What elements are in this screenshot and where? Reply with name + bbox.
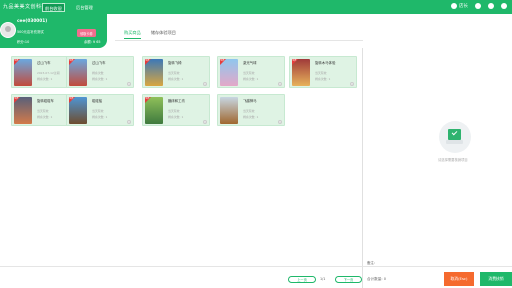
item-remaining: 剩余次数: 1 (243, 115, 259, 119)
empty-state-text: 请选择需要核销项目 (438, 158, 468, 162)
item-validity: 当天有效 (243, 109, 255, 113)
free-tag-label: 免费 (14, 98, 19, 101)
tab-stored-items[interactable]: 储存体验项目 (151, 30, 176, 39)
item-title: 过山飞车 (37, 61, 51, 65)
item-remaining: 剩余次数: 1 (37, 77, 53, 81)
user-icon (451, 3, 457, 9)
lock-icon[interactable] (488, 3, 494, 9)
app-logo: 九品美美文创科技 (3, 4, 48, 10)
total-quantity: 合计数量: 0 (367, 277, 387, 281)
consume-button[interactable]: 消费核销 (480, 272, 512, 286)
user-menu[interactable]: 店长 (451, 3, 468, 9)
item-validity: 当天有效 (243, 71, 255, 75)
item-remaining: 剩余次数: 1 (168, 77, 184, 81)
item-remaining: 剩余次数: 1 (92, 77, 108, 81)
item-title: 旋转碰碰车 (37, 99, 54, 103)
avatar (0, 22, 16, 38)
member-shop: 500元店补充测试 (17, 30, 44, 34)
tab-divider (115, 40, 363, 41)
item-thumbnail (220, 97, 238, 124)
item-thumbnail: 免费 (145, 97, 163, 124)
free-tag-label: 免费 (145, 98, 150, 101)
remove-icon[interactable]: × (278, 82, 282, 86)
free-tag-label: 免费 (14, 60, 19, 63)
item-thumbnail: 免费 (14, 59, 32, 86)
item-card[interactable]: 免费 激光气球当天有效剩余次数: 1 × (217, 56, 285, 88)
item-title: 旋转木马体验 (315, 61, 336, 65)
item-title: 旋转飞椅 (168, 61, 182, 65)
item-remaining: 剩余次数: 1 (168, 115, 184, 119)
free-tag-label: 免费 (69, 98, 74, 101)
content-tabs: 购买商品 储存体验项目 (124, 30, 176, 39)
remove-icon[interactable]: × (350, 82, 354, 86)
page-info: 1/1 (320, 277, 326, 281)
member-points: 积分:10 (17, 40, 30, 44)
item-thumbnail: 免费 (292, 59, 310, 86)
item-card[interactable]: 免费 旋转飞椅当天有效剩余次数: 1 × (142, 56, 210, 88)
item-validity: 2023-07-12过期 (37, 71, 60, 75)
remove-icon[interactable]: × (278, 120, 282, 124)
prev-page-button[interactable]: 上一页 (288, 276, 316, 283)
item-title: 飞越神马 (243, 99, 257, 103)
tab-front-cashier[interactable]: 前台收银 (42, 3, 65, 12)
panel-divider (362, 48, 363, 288)
cancel-button[interactable]: 取消(Esc) (444, 272, 474, 286)
item-thumbnail: 免费 (69, 59, 87, 86)
tab-purchase[interactable]: 购买商品 (124, 30, 141, 39)
item-title: 激光气球 (243, 61, 257, 65)
item-card[interactable]: 免费 旋转木马体验 当天有效剩余次数: 1 × (289, 56, 357, 88)
item-validity: 当天有效 (37, 109, 49, 113)
empty-state-icon (439, 121, 471, 153)
item-validity: 当天有效 (168, 109, 180, 113)
member-card: cee(030001) 500元店补充测试 积分:10 领取卡券 余额: ¥ 6… (0, 14, 107, 48)
item-validity: 当天有效 (92, 109, 104, 113)
item-thumbnail: 免费 (69, 97, 87, 124)
top-bar: 九品美美文创科技 前台收银 后台管理 店长 (0, 0, 512, 14)
item-title: 蹦床和工坊 (168, 99, 185, 103)
remove-icon[interactable]: × (127, 120, 131, 124)
tab-backend-admin[interactable]: 后台管理 (74, 3, 95, 12)
item-remaining: 剩余次数: 1 (37, 115, 53, 119)
member-name: cee(030001) (17, 19, 48, 24)
remove-icon[interactable]: × (127, 82, 131, 86)
item-thumbnail: 免费 (145, 59, 163, 86)
bottom-divider (0, 266, 512, 267)
item-validity: 剩余次数 (92, 71, 104, 75)
member-balance: 余额: ¥ 65 (84, 40, 101, 44)
item-remaining: 剩余次数: 1 (315, 77, 331, 81)
item-validity: 当天有效 (168, 71, 180, 75)
item-card[interactable]: 免费 蹦床和工坊当天有效剩余次数: 1 × (142, 94, 210, 126)
remove-icon[interactable]: × (203, 82, 207, 86)
item-remaining: 剩余次数: 1 (243, 77, 259, 81)
item-remaining: 剩余次数: 1 (92, 115, 108, 119)
remark-label: 备注: (367, 261, 375, 265)
free-tag-label: 免费 (292, 60, 297, 63)
free-tag-label: 免费 (69, 60, 74, 63)
item-validity: 当天有效 (315, 71, 327, 75)
claim-coupon-button[interactable]: 领取卡券 (77, 29, 96, 37)
item-thumbnail: 免费 (220, 59, 238, 86)
user-menu-label: 店长 (459, 4, 468, 9)
remove-icon[interactable]: × (203, 120, 207, 124)
item-title: 过山飞车 (92, 61, 106, 65)
next-page-button[interactable]: 下一页 (335, 276, 362, 283)
printer-icon[interactable] (475, 3, 481, 9)
item-card[interactable]: 免费 过山飞车剩余次数剩余次数: 1 × (66, 56, 134, 88)
free-tag-label: 免费 (220, 60, 225, 63)
item-card[interactable]: 飞越神马当天有效剩余次数: 1 × (217, 94, 285, 126)
item-card[interactable]: 免费 碰碰船当天有效剩余次数: 1 × (66, 94, 134, 126)
item-thumbnail: 免费 (14, 97, 32, 124)
item-title: 碰碰船 (92, 99, 103, 103)
settings-icon[interactable] (501, 3, 507, 9)
free-tag-label: 免费 (145, 60, 150, 63)
